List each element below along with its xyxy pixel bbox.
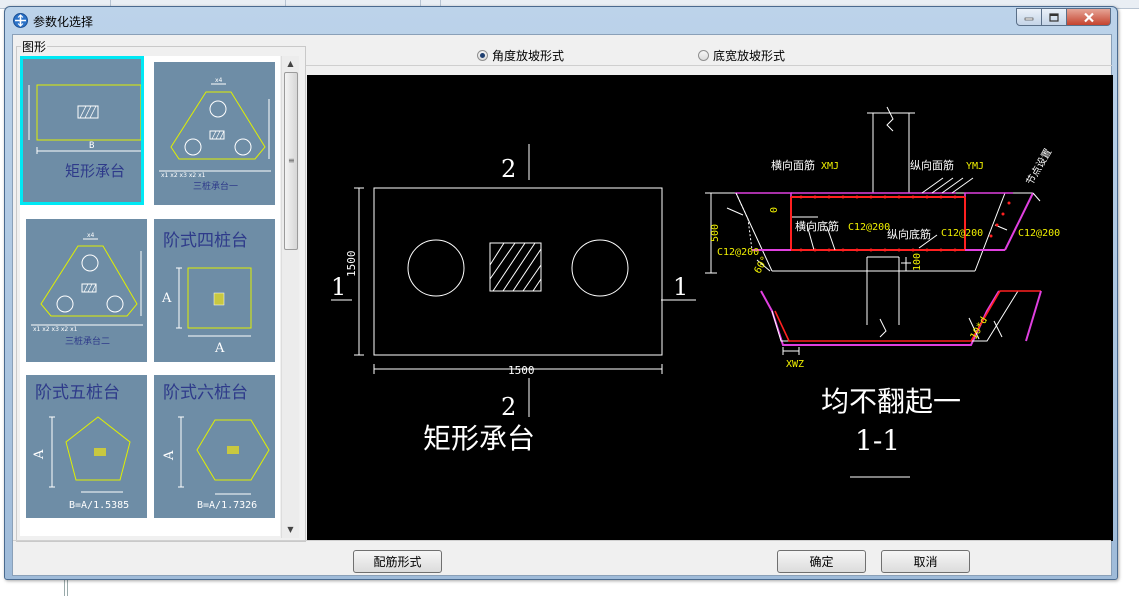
plan-height-dim: 1500 — [345, 251, 358, 278]
svg-text:A: A — [161, 291, 172, 306]
plan-section-mark-top: 2 — [501, 155, 516, 183]
ok-button[interactable]: 确定 — [777, 550, 866, 573]
window-title: 参数化选择 — [33, 15, 94, 29]
maximize-icon — [1049, 12, 1059, 22]
label-xwz: XWZ — [786, 359, 804, 370]
rect-cap-label: 矩形承台 — [65, 162, 125, 180]
shape-item-three-pile-1[interactable]: x4 x1 x2 x3 x2 x1 三桩承台一 — [148, 56, 275, 205]
three-pile-2-label: 三桩承台二 — [65, 335, 110, 347]
parametric-select-dialog: 参数化选择 图形 B 矩形承台 x4 x1 x2 x3 x2 x1 三桩承台一 … — [4, 6, 1118, 580]
dialog-client: 图形 B 矩形承台 x4 x1 x2 x3 x2 x1 三桩承台一 x4 x1 … — [12, 34, 1113, 576]
radio-checked-icon — [477, 50, 488, 61]
label-v-top-code: YMJ — [966, 161, 984, 172]
svg-text:A: A — [32, 449, 47, 460]
label-dim-0: 0 — [769, 207, 780, 213]
svg-text:A: A — [214, 341, 225, 356]
shape-item-four-pile[interactable]: 阶式四桩台 A A — [148, 213, 275, 362]
scroll-thumb[interactable]: ≡ — [284, 72, 298, 250]
svg-text:x4: x4 — [215, 77, 223, 84]
plan-title: 矩形承台 — [423, 422, 535, 455]
five-pile-formula: B=A/1.5385 — [69, 500, 129, 511]
gallery-scrollbar[interactable]: ▲ ≡ ▼ — [281, 56, 299, 538]
preview-canvas: 1500 1500 1 1 2 2 矩形承台 横向面筋 XMJ 纵向面筋 YMJ… — [307, 75, 1113, 541]
scroll-up-icon[interactable]: ▲ — [282, 56, 299, 72]
minimize-icon — [1024, 17, 1034, 21]
radio-angle-slope-label: 角度放坡形式 — [492, 49, 565, 63]
background-splitter — [64, 578, 68, 596]
five-pile-label: 阶式五桩台 — [35, 383, 120, 403]
label-v-top: 纵向面筋 — [910, 158, 954, 172]
three-pile-1-label: 三桩承台一 — [193, 180, 238, 192]
shape-item-rect-cap[interactable]: B 矩形承台 — [20, 56, 144, 205]
preview-drawing: 1500 1500 1 1 2 2 矩形承台 横向面筋 XMJ 纵向面筋 YMJ… — [331, 106, 1060, 478]
three-pile-1-thumbnail: x4 x1 x2 x3 x2 x1 三桩承台一 — [154, 62, 275, 205]
label-right-val: C12@200 — [1018, 228, 1060, 239]
label-h-top: 横向面筋 — [771, 158, 815, 172]
plan-section-mark-left: 1 — [331, 273, 346, 301]
section-subtitle: 1-1 — [855, 424, 900, 457]
close-button[interactable] — [1067, 8, 1111, 26]
section-view — [705, 106, 1042, 478]
svg-text:x1 x2 x3 x2 x1: x1 x2 x3 x2 x1 — [33, 326, 78, 333]
rect-cap-thumbnail: B 矩形承台 — [23, 59, 141, 202]
slope-mode-bar: 角度放坡形式 底宽放坡形式 — [306, 43, 1112, 66]
five-pile-thumbnail: 阶式五桩台 A B=A/1.5385 — [26, 375, 147, 518]
label-h-bot: 横向底筋 — [795, 219, 839, 233]
radio-unchecked-icon — [698, 50, 709, 61]
scroll-down-icon[interactable]: ▼ — [282, 522, 299, 538]
section-title: 均不翻起一 — [821, 385, 961, 418]
shape-item-six-pile[interactable]: 阶式六桩台 A B=A/1.7326 — [148, 369, 275, 518]
label-side-bar: 节点设置 — [1024, 147, 1054, 188]
three-pile-2-thumbnail: x4 x1 x2 x3 x2 x1 三桩承台二 — [26, 219, 147, 362]
label-anchor: 10*d — [969, 315, 991, 341]
radio-bottom-width-slope-label: 底宽放坡形式 — [713, 49, 786, 63]
shape-item-five-pile[interactable]: 阶式五桩台 A B=A/1.5385 — [20, 369, 147, 518]
six-pile-label: 阶式六桩台 — [163, 383, 248, 403]
svg-text:x4: x4 — [87, 232, 95, 239]
four-pile-thumbnail: 阶式四桩台 A A — [154, 219, 275, 362]
title-bar[interactable]: 参数化选择 — [5, 7, 1117, 33]
label-h-top-code: XMJ — [821, 161, 839, 172]
svg-text:x1 x2 x3 x2 x1: x1 x2 x3 x2 x1 — [161, 172, 206, 179]
shape-item-three-pile-2[interactable]: x4 x1 x2 x3 x2 x1 三桩承台二 — [20, 213, 147, 362]
plan-section-mark-bottom: 2 — [501, 393, 516, 421]
shape-gallery[interactable]: B 矩形承台 x4 x1 x2 x3 x2 x1 三桩承台一 x4 x1 x2 … — [20, 56, 280, 536]
svg-text:B: B — [89, 141, 94, 151]
footer-divider — [13, 540, 1111, 541]
rebar-form-button[interactable]: 配筋形式 — [353, 550, 442, 573]
svg-text:A: A — [162, 450, 177, 461]
four-pile-label: 阶式四桩台 — [163, 231, 248, 251]
label-dim-100: 100 — [912, 253, 923, 271]
radio-bottom-width-slope[interactable]: 底宽放坡形式 — [698, 47, 785, 64]
minimize-button[interactable] — [1016, 8, 1042, 26]
shape-group-label: 图形 — [21, 38, 48, 55]
label-dim-500: 500 — [710, 224, 721, 242]
label-v-bot-val: C12@200 — [941, 228, 983, 239]
cancel-button[interactable]: 取消 — [881, 550, 970, 573]
scroll-grip-icon: ≡ — [288, 156, 295, 165]
maximize-button[interactable] — [1042, 8, 1067, 26]
plan-section-mark-right: 1 — [673, 273, 688, 301]
label-left-val: C12@200 — [717, 247, 759, 258]
six-pile-formula: B=A/1.7326 — [197, 500, 257, 511]
plan-width-dim: 1500 — [508, 364, 535, 377]
six-pile-thumbnail: 阶式六桩台 A B=A/1.7326 — [154, 375, 275, 518]
radio-angle-slope[interactable]: 角度放坡形式 — [477, 47, 564, 64]
label-v-bot: 纵向底筋 — [887, 227, 931, 241]
app-icon — [13, 13, 28, 28]
close-icon — [1083, 12, 1094, 22]
label-h-bot-val: C12@200 — [848, 222, 890, 233]
